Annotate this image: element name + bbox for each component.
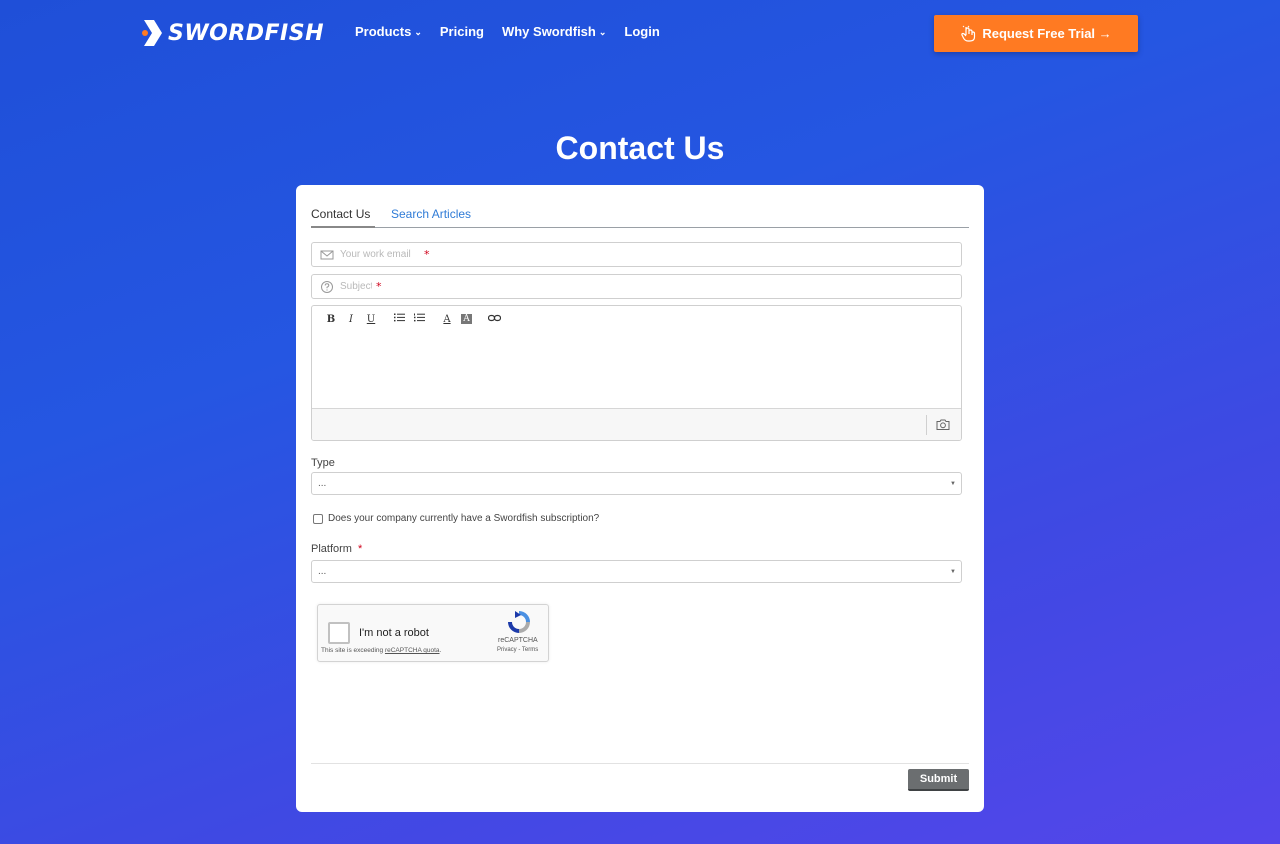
envelope-icon xyxy=(320,250,334,259)
subject-input[interactable] xyxy=(340,281,372,292)
platform-label: Platform * xyxy=(311,543,362,555)
logo-arrow-icon xyxy=(142,20,162,46)
link-icon xyxy=(487,314,501,321)
nav-products-label: Products xyxy=(355,24,412,39)
numbered-list-button[interactable] xyxy=(409,313,429,325)
recaptcha-brand: reCAPTCHA xyxy=(498,637,538,644)
recaptcha-quota-link[interactable]: reCAPTCHA quota xyxy=(385,647,440,654)
caret-down-icon: ▼ xyxy=(950,481,956,487)
bulleted-list-icon xyxy=(393,313,405,322)
form-tabs: Contact Us Search Articles xyxy=(311,205,969,228)
contact-form-card: Contact Us Search Articles * * B I U xyxy=(296,185,984,812)
camera-icon[interactable] xyxy=(936,418,950,431)
italic-button[interactable]: I xyxy=(341,314,361,325)
nav-why-swordfish[interactable]: Why Swordfish ⌄ xyxy=(502,24,606,39)
platform-label-text: Platform xyxy=(311,543,352,555)
recaptcha-privacy-terms[interactable]: Privacy - Terms xyxy=(497,647,538,653)
subscription-row: Does your company currently have a Sword… xyxy=(313,513,599,524)
editor-toolbar: B I U A A xyxy=(312,306,961,332)
submit-button[interactable]: Submit xyxy=(908,769,969,791)
form-divider xyxy=(311,763,969,764)
nav-login[interactable]: Login xyxy=(624,24,659,39)
nav-pricing-label: Pricing xyxy=(439,24,484,39)
bulleted-list-button[interactable] xyxy=(389,313,409,325)
required-marker: * xyxy=(358,543,363,555)
question-circle-icon xyxy=(321,280,333,293)
platform-select[interactable]: ... ▼ xyxy=(311,560,962,583)
nav-why-swordfish-label: Why Swordfish xyxy=(501,24,596,39)
email-input[interactable] xyxy=(340,249,420,260)
brand-name: SWORDFISH xyxy=(168,20,324,46)
text-color-button[interactable]: A xyxy=(437,314,457,325)
request-free-trial-button[interactable]: Request Free Trial → xyxy=(934,15,1138,52)
recaptcha-note-suffix: . xyxy=(439,647,442,654)
main-nav: Products ⌄ Pricing Why Swordfish ⌄ Login xyxy=(355,24,660,39)
platform-select-value: ... xyxy=(318,566,327,577)
message-textarea[interactable] xyxy=(312,332,961,408)
recaptcha-quota-note: This site is exceeding reCAPTCHA quota. xyxy=(321,647,441,654)
type-select-value: ... xyxy=(318,478,327,489)
chevron-down-icon: ⌄ xyxy=(598,27,607,37)
recaptcha-widget: I'm not a robot reCAPTCHA Privacy - Term… xyxy=(317,604,549,662)
nav-pricing[interactable]: Pricing xyxy=(440,24,484,39)
numbered-list-icon xyxy=(413,313,425,322)
subject-field[interactable]: * xyxy=(311,274,962,299)
editor-footer xyxy=(312,408,961,440)
nav-products[interactable]: Products ⌄ xyxy=(355,24,422,39)
type-label: Type xyxy=(311,457,335,469)
swordfish-logo[interactable]: SWORDFISH xyxy=(142,20,324,46)
caret-down-icon: ▼ xyxy=(950,569,956,575)
recaptcha-note-prefix: This site is exceeding xyxy=(321,647,385,654)
required-marker: * xyxy=(424,248,430,261)
hand-pointer-icon xyxy=(961,25,976,42)
bold-button[interactable]: B xyxy=(321,314,341,325)
background-color-button[interactable]: A xyxy=(461,314,472,324)
page-title: Contact Us xyxy=(555,130,725,166)
email-field[interactable]: * xyxy=(311,242,962,267)
chevron-down-icon: ⌄ xyxy=(414,27,422,37)
subscription-label: Does your company currently have a Sword… xyxy=(328,513,600,524)
recaptcha-logo-icon xyxy=(508,611,530,633)
tab-contact-us[interactable]: Contact Us xyxy=(311,207,375,228)
subscription-checkbox[interactable] xyxy=(313,513,323,524)
required-marker: * xyxy=(376,280,382,293)
type-select[interactable]: ... ▼ xyxy=(311,472,962,495)
nav-login-label: Login xyxy=(624,24,660,39)
underline-button[interactable]: U xyxy=(361,314,381,325)
recaptcha-label: I'm not a robot xyxy=(359,627,429,639)
request-free-trial-label: Request Free Trial → xyxy=(982,26,1112,41)
message-editor: B I U A A xyxy=(311,305,962,441)
site-header: SWORDFISH Products ⌄ Pricing Why Swordfi… xyxy=(0,0,1280,66)
recaptcha-checkbox[interactable] xyxy=(328,622,350,644)
link-button[interactable] xyxy=(484,314,504,325)
tab-search-articles[interactable]: Search Articles xyxy=(391,207,471,221)
